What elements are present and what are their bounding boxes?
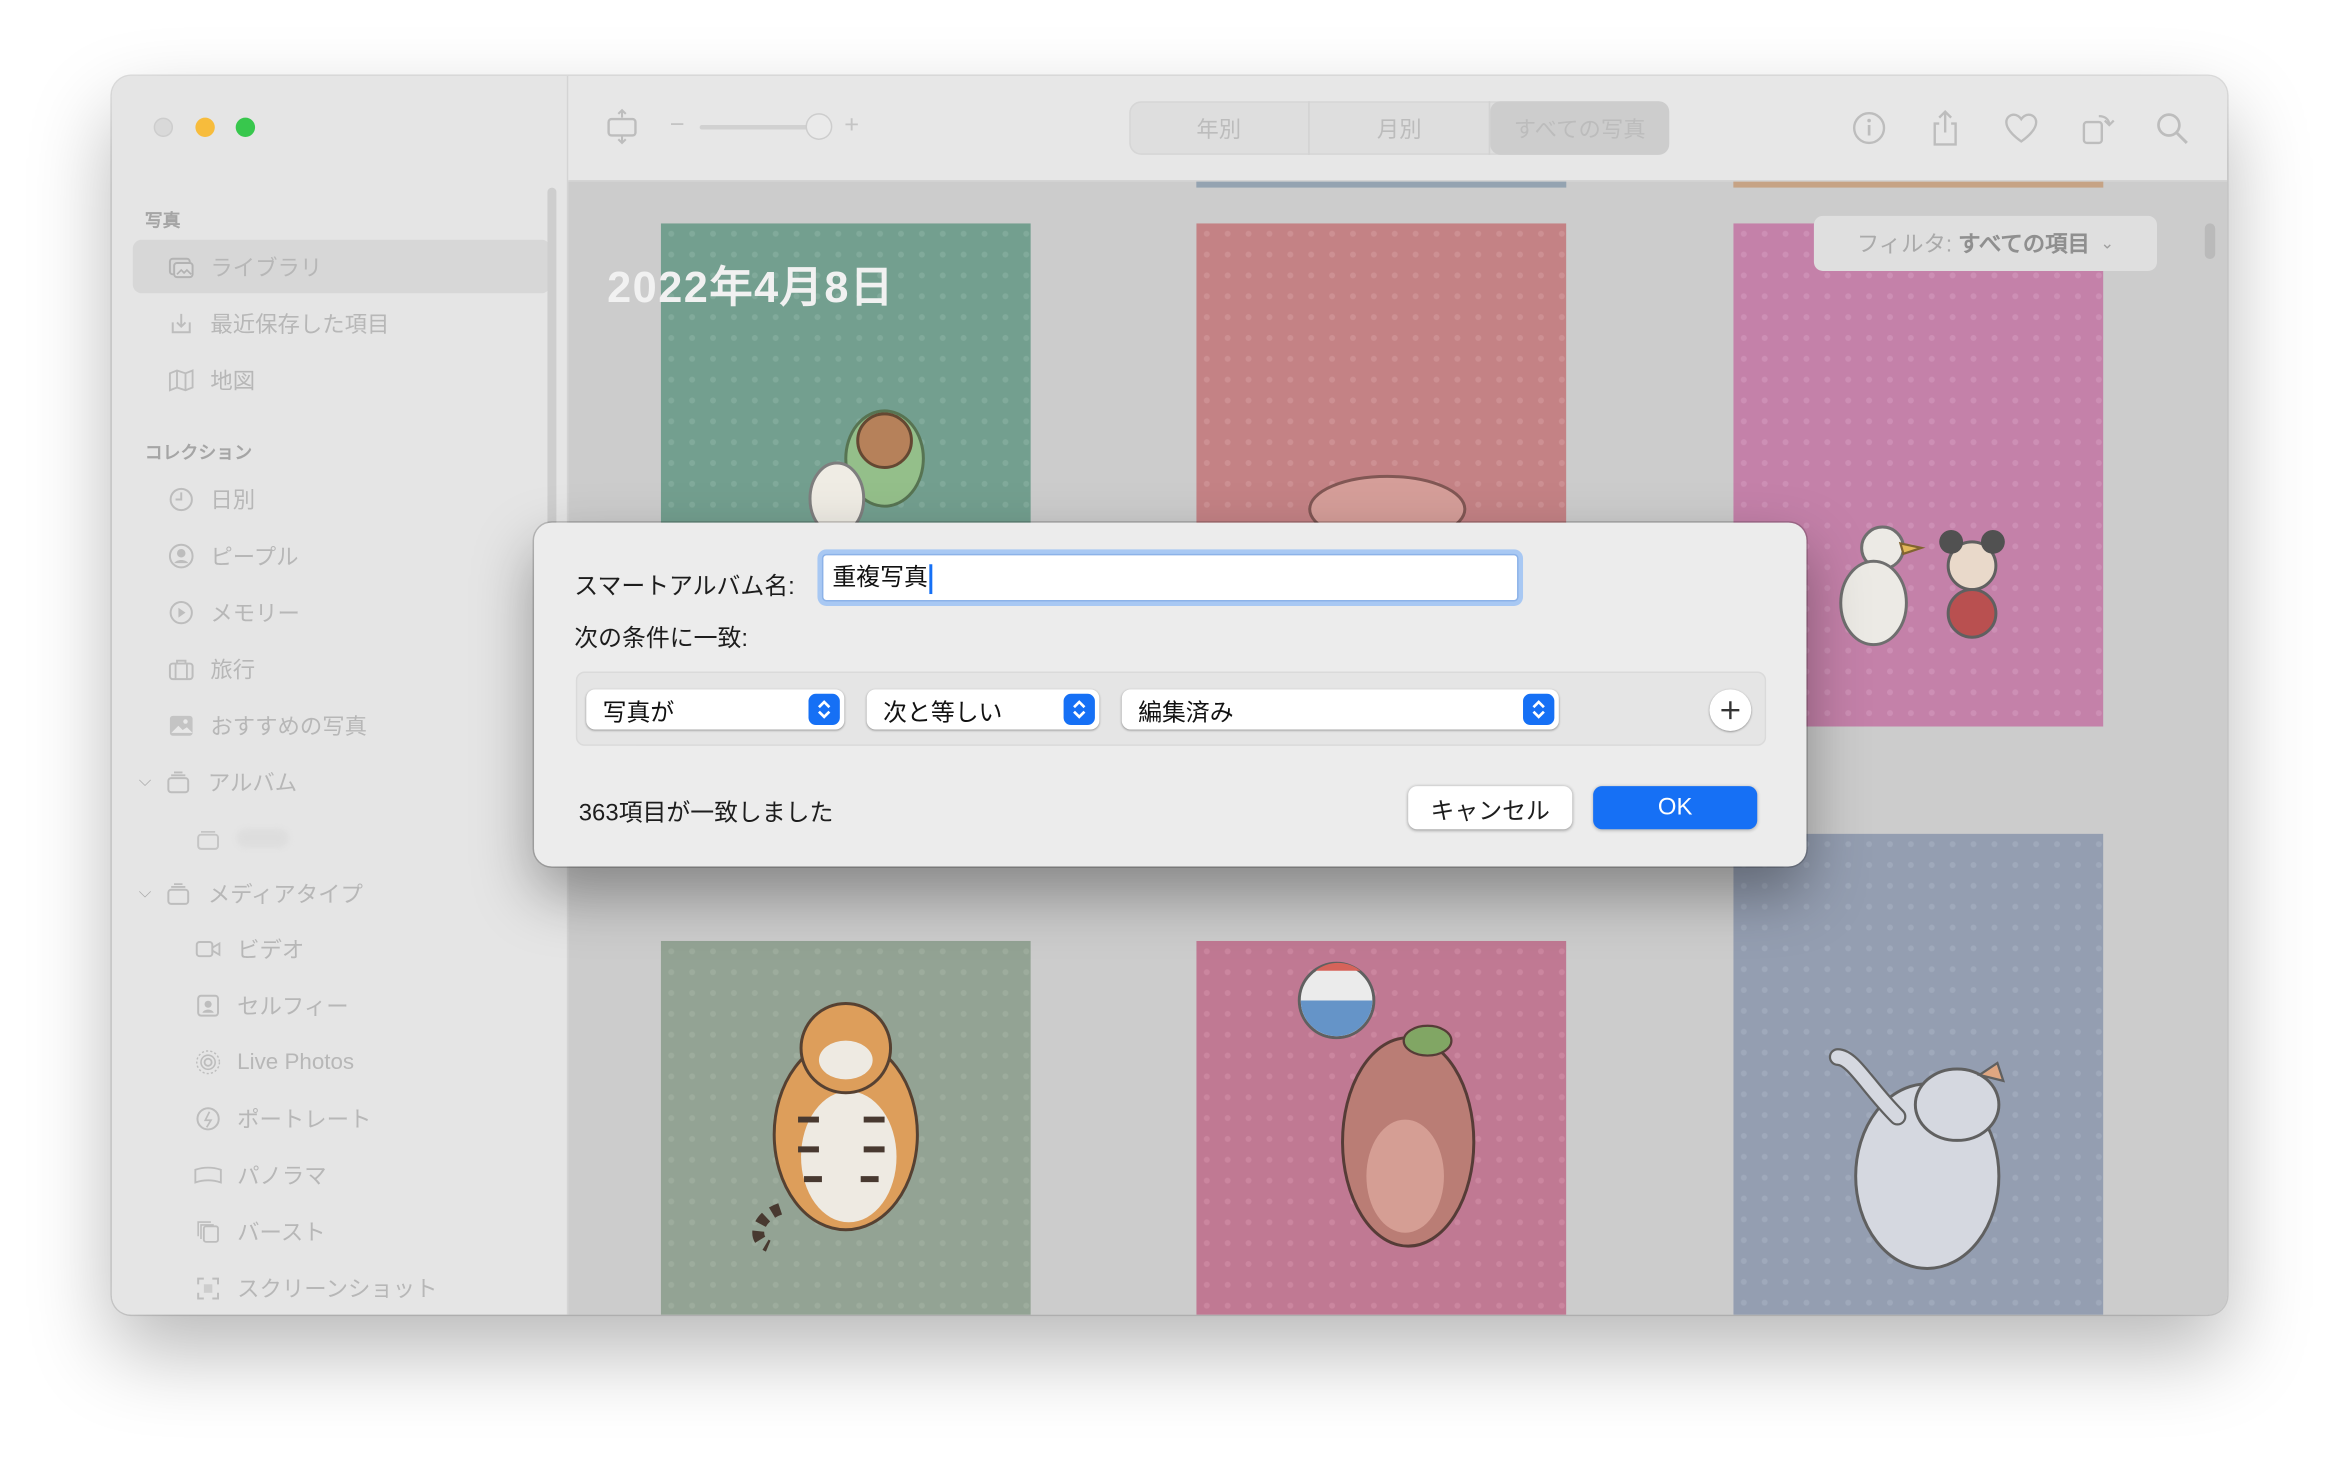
match-condition-label: 次の条件に一致: (574, 626, 749, 653)
condition-operator-value: 次と等しい (883, 700, 1003, 726)
album-name-value: 重複写真 (832, 565, 928, 592)
smart-album-dialog: スマートアルバム名: 重複写真 次の条件に一致: 写真が 次と等しい 編集済み … (534, 522, 1807, 867)
match-count-text: 363項目が一致しました (578, 800, 834, 827)
add-condition-button[interactable] (1709, 689, 1752, 732)
updown-chevron-icon (1523, 693, 1555, 726)
updown-chevron-icon (808, 693, 840, 726)
album-name-input[interactable]: 重複写真 (821, 553, 1519, 602)
condition-field-popup[interactable]: 写真が (586, 689, 845, 730)
condition-field-value: 写真が (602, 700, 675, 726)
condition-value-text: 編集済み (1138, 700, 1234, 726)
album-name-label: スマートアルバム名: (574, 574, 795, 600)
condition-row: 写真が 次と等しい 編集済み (575, 671, 1767, 746)
condition-value-popup[interactable]: 編集済み (1121, 689, 1559, 730)
updown-chevron-icon (1063, 693, 1095, 726)
ok-button[interactable]: OK (1593, 786, 1758, 830)
cancel-button[interactable]: キャンセル (1408, 786, 1573, 830)
condition-operator-popup[interactable]: 次と等しい (866, 689, 1100, 730)
plus-icon (1721, 701, 1740, 720)
text-caret (929, 563, 933, 594)
